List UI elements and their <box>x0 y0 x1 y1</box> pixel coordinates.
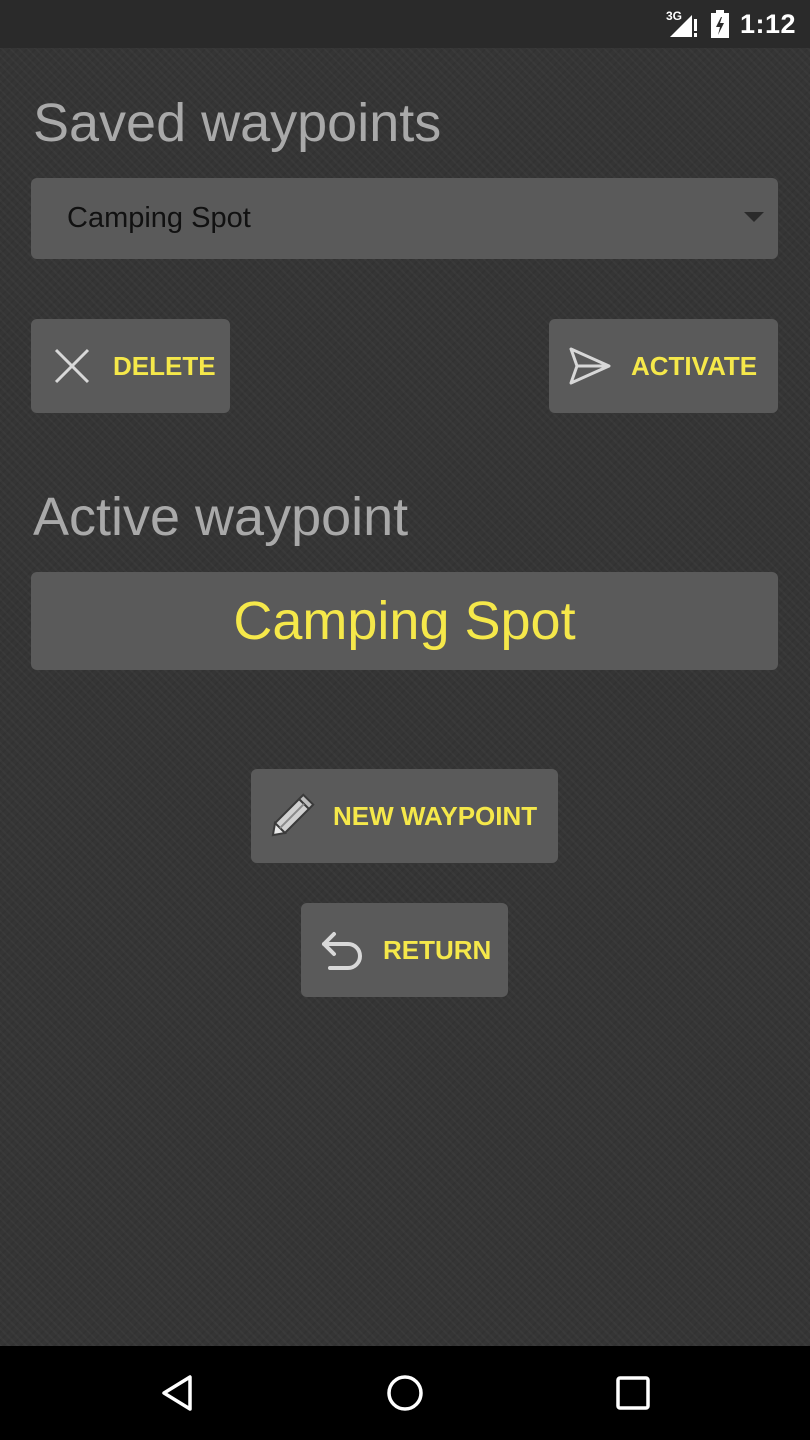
send-icon <box>549 347 631 385</box>
active-waypoint-heading: Active waypoint <box>33 487 409 547</box>
status-icons: 3G 1:12 <box>666 0 796 48</box>
selected-waypoint: Camping Spot <box>67 202 251 234</box>
activate-button[interactable]: ACTIVATE <box>549 319 778 413</box>
recents-square-icon <box>616 1376 650 1410</box>
clock: 1:12 <box>739 8 796 39</box>
battery-icon <box>710 10 729 38</box>
delete-label: DELETE <box>113 350 216 381</box>
saved-waypoints-heading: Saved waypoints <box>33 93 442 153</box>
dropdown-arrow-icon <box>744 212 764 222</box>
nav-home-button[interactable] <box>345 1346 465 1440</box>
back-triangle-icon <box>162 1375 192 1411</box>
pencil-icon <box>251 789 333 843</box>
delete-button[interactable]: DELETE <box>31 319 230 413</box>
nav-back-button[interactable] <box>118 1346 238 1440</box>
return-label: RETURN <box>383 934 492 965</box>
status-bar: 3G 1:12 <box>0 0 810 48</box>
home-circle-icon <box>387 1375 423 1411</box>
active-waypoint-name: Camping Spot <box>233 591 576 651</box>
undo-icon <box>301 928 383 972</box>
return-button[interactable]: RETURN <box>301 903 508 997</box>
waypoint-spinner[interactable]: Camping Spot <box>31 178 778 259</box>
signal-icon <box>669 15 697 37</box>
signal-indicator: 3G <box>666 9 700 39</box>
new-waypoint-button[interactable]: NEW WAYPOINT <box>251 769 558 863</box>
navigation-bar <box>0 1346 810 1440</box>
new-waypoint-label: NEW WAYPOINT <box>333 800 538 831</box>
nav-recents-button[interactable] <box>573 1346 693 1440</box>
activate-label: ACTIVATE <box>631 350 758 381</box>
active-waypoint-display: Camping Spot <box>31 572 778 670</box>
close-icon <box>31 346 113 386</box>
